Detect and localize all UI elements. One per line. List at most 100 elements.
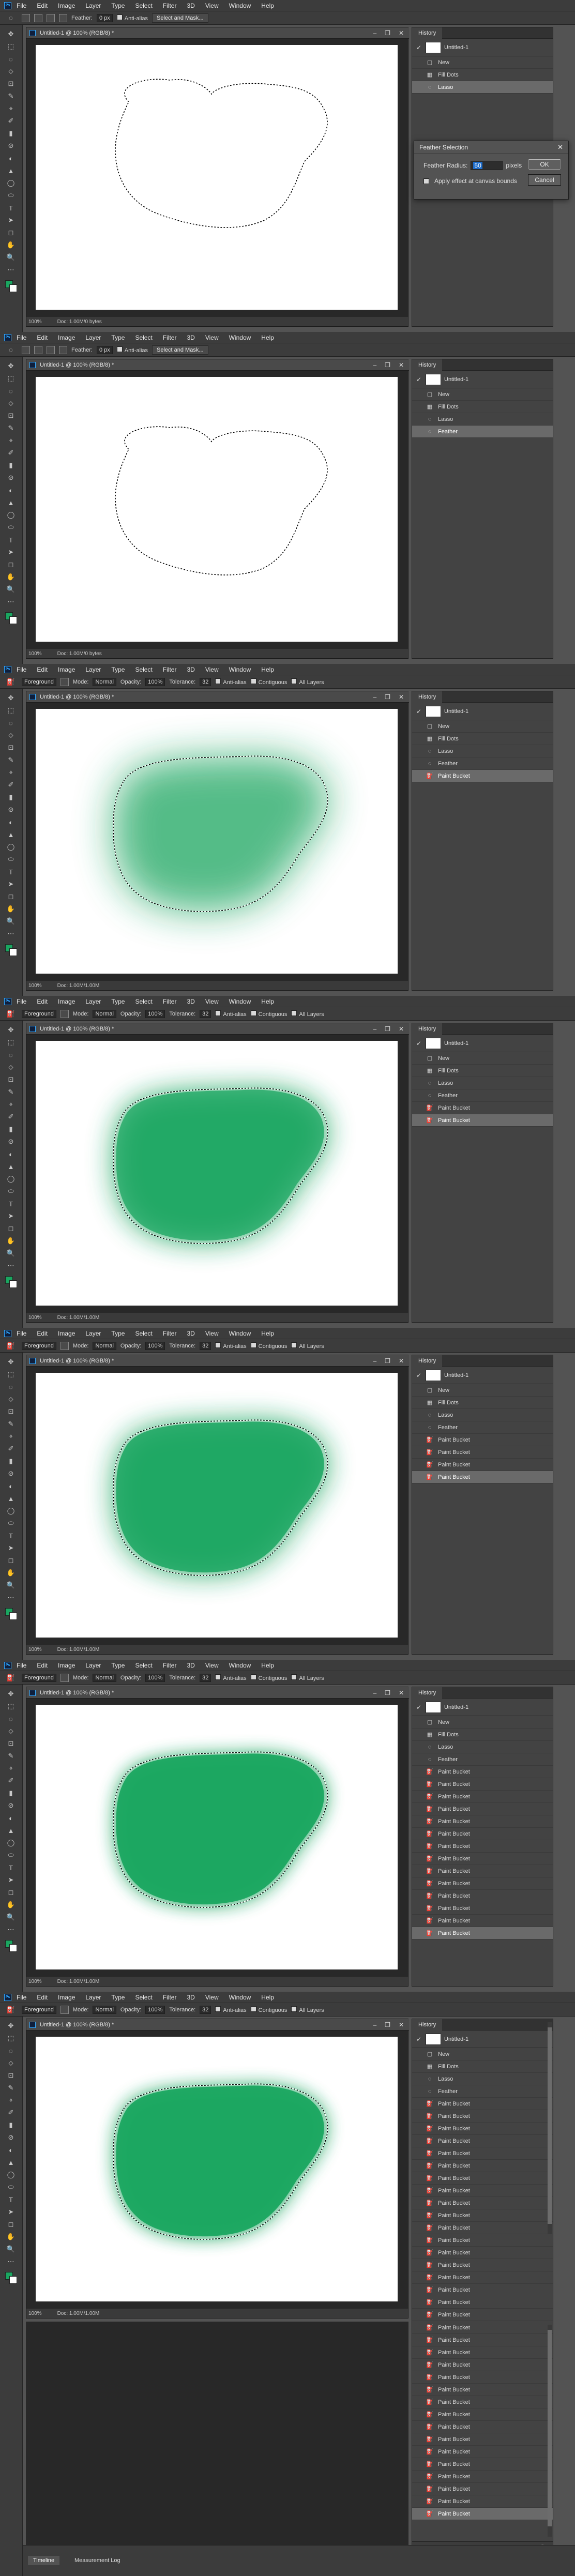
- history-item[interactable]: ◌ Lasso: [412, 413, 553, 426]
- canvas[interactable]: [36, 1705, 398, 1969]
- fill-source-select[interactable]: Foreground: [22, 1673, 56, 1682]
- dodge-tool-icon[interactable]: ⬭: [4, 190, 18, 201]
- history-item[interactable]: ⛽ Paint Bucket: [412, 1865, 553, 1877]
- document-tab[interactable]: Untitled-1 @ 100% (RGB/8) * – ❐ ✕: [26, 1355, 409, 1367]
- history-scrollbar[interactable]: [548, 2022, 552, 2234]
- healing-brush-icon[interactable]: ⌖: [4, 1431, 18, 1442]
- history-item[interactable]: ▦ Fill Dots: [412, 1065, 553, 1077]
- gradient-tool-icon[interactable]: ▲: [4, 2157, 18, 2168]
- bottom-tab-0[interactable]: Timeline: [28, 2556, 60, 2565]
- history-item[interactable]: ⛽ Paint Bucket: [412, 2123, 553, 2135]
- minimize-icon[interactable]: –: [373, 1025, 376, 1033]
- history-tab[interactable]: History: [412, 1687, 443, 1699]
- history-item[interactable]: ⛽ Paint Bucket: [412, 2508, 553, 2520]
- mode-select[interactable]: Normal: [93, 1341, 116, 1350]
- history-item[interactable]: ⛽ Paint Bucket: [412, 2222, 553, 2234]
- healing-brush-icon[interactable]: ⌖: [4, 1763, 18, 1774]
- history-brush-icon[interactable]: ⊘: [4, 805, 18, 815]
- document-tab[interactable]: Untitled-1 @ 100% (RGB/8) * – ❐ ✕: [26, 359, 409, 371]
- menu-type[interactable]: Type: [111, 666, 125, 673]
- history-item[interactable]: ▦ Fill Dots: [412, 69, 553, 81]
- all-layers-checkbox[interactable]: All Layers: [291, 678, 324, 686]
- history-source-brush-icon[interactable]: ✓: [416, 708, 422, 715]
- dodge-tool-icon[interactable]: ⬭: [4, 2182, 18, 2192]
- opacity-input[interactable]: 100%: [145, 1009, 165, 1018]
- history-snapshot[interactable]: ✓ Untitled-1: [412, 1035, 553, 1052]
- menu-type[interactable]: Type: [111, 2, 125, 9]
- restore-icon[interactable]: ❐: [385, 2021, 390, 2028]
- lasso-preset-icon[interactable]: ◌: [4, 13, 18, 23]
- history-item[interactable]: ⛽ Paint Bucket: [412, 770, 553, 782]
- menu-file[interactable]: File: [17, 1662, 26, 1669]
- canvas[interactable]: [36, 377, 398, 642]
- history-item[interactable]: ▢ New: [412, 1716, 553, 1729]
- feather-input[interactable]: 0 px: [96, 345, 113, 354]
- menu-type[interactable]: Type: [111, 1662, 125, 1669]
- menu-3d[interactable]: 3D: [187, 1662, 194, 1669]
- history-snapshot[interactable]: ✓ Untitled-1: [412, 2031, 553, 2048]
- tolerance-input[interactable]: 32: [200, 677, 211, 686]
- marquee-tool-icon[interactable]: ⬚: [4, 1037, 18, 1048]
- contiguous-checkbox[interactable]: Contiguous: [250, 678, 287, 686]
- restore-icon[interactable]: ❐: [385, 1025, 390, 1033]
- zoom-tool-icon[interactable]: 🔍: [4, 1580, 18, 1590]
- history-item[interactable]: ▢ New: [412, 1384, 553, 1397]
- history-tab[interactable]: History: [412, 27, 443, 39]
- hand-tool-icon[interactable]: ✋: [4, 1236, 18, 1246]
- history-item[interactable]: ▢ New: [412, 720, 553, 733]
- menu-filter[interactable]: Filter: [163, 666, 177, 673]
- move-tool-icon[interactable]: ✥: [4, 693, 18, 703]
- eraser-icon[interactable]: ◐: [4, 1813, 18, 1823]
- background-color-swatch[interactable]: [9, 1280, 17, 1288]
- history-item[interactable]: ◌ Lasso: [412, 1741, 553, 1753]
- brush-tool-icon[interactable]: ✐: [4, 2108, 18, 2118]
- more-tools-icon[interactable]: ⋯: [4, 265, 18, 275]
- marquee-tool-icon[interactable]: ⬚: [4, 705, 18, 716]
- history-brush-icon[interactable]: ⊘: [4, 473, 18, 483]
- crop-tool-icon[interactable]: ⊡: [4, 1738, 18, 1749]
- all-layers-check-icon[interactable]: [291, 678, 297, 684]
- contiguous-checkbox[interactable]: Contiguous: [250, 1674, 287, 1681]
- document-tab[interactable]: Untitled-1 @ 100% (RGB/8) * – ❐ ✕: [26, 1687, 409, 1699]
- zoom-level[interactable]: 100%: [28, 1647, 42, 1653]
- gradient-tool-icon[interactable]: ▲: [4, 1493, 18, 1504]
- menu-window[interactable]: Window: [229, 666, 251, 673]
- more-tools-icon[interactable]: ⋯: [4, 929, 18, 939]
- type-tool-icon[interactable]: T: [4, 203, 18, 213]
- bucket-preset-icon[interactable]: ⛽: [4, 1341, 18, 1351]
- canvas[interactable]: [36, 709, 398, 974]
- shape-tool-icon[interactable]: ◻: [4, 559, 18, 570]
- dodge-tool-icon[interactable]: ⬭: [4, 1850, 18, 1860]
- all-layers-checkbox[interactable]: All Layers: [291, 2006, 324, 2013]
- menu-type[interactable]: Type: [111, 1330, 125, 1337]
- menu-window[interactable]: Window: [229, 1994, 251, 2001]
- history-item[interactable]: ⛽ Paint Bucket: [412, 1902, 553, 1915]
- history-item[interactable]: ⛽ Paint Bucket: [412, 1877, 553, 1890]
- path-select-icon[interactable]: ➤: [4, 1211, 18, 1221]
- select-and-mask-button[interactable]: Select and Mask...: [152, 13, 208, 23]
- quick-select-icon[interactable]: ⬦: [4, 2058, 18, 2068]
- history-item[interactable]: ⛽ Paint Bucket: [412, 2172, 553, 2185]
- history-item[interactable]: ⛽ Paint Bucket: [412, 1853, 553, 1865]
- all-layers-checkbox[interactable]: All Layers: [291, 1342, 324, 1350]
- close-icon[interactable]: ✕: [399, 1689, 404, 1696]
- blur-tool-icon[interactable]: ◯: [4, 510, 18, 520]
- pattern-swatch[interactable]: [60, 1341, 69, 1350]
- zoom-level[interactable]: 100%: [28, 651, 42, 657]
- history-snapshot[interactable]: ✓ Untitled-1: [412, 371, 553, 388]
- zoom-tool-icon[interactable]: 🔍: [4, 1248, 18, 1259]
- menu-image[interactable]: Image: [58, 1662, 75, 1669]
- clone-stamp-icon[interactable]: ▮: [4, 1124, 18, 1134]
- menu-file[interactable]: File: [17, 666, 26, 673]
- brush-tool-icon[interactable]: ✐: [4, 116, 18, 126]
- document-tab[interactable]: Untitled-1 @ 100% (RGB/8) * – ❐ ✕: [26, 691, 409, 703]
- anti-alias-check-icon[interactable]: [215, 2006, 221, 2012]
- menu-3d[interactable]: 3D: [187, 334, 194, 341]
- menu-view[interactable]: View: [205, 334, 219, 341]
- eyedropper-icon[interactable]: ✎: [4, 91, 18, 101]
- shape-tool-icon[interactable]: ◻: [4, 1887, 18, 1898]
- anti-alias-checkbox[interactable]: Anti-alias: [215, 1342, 247, 1350]
- menu-select[interactable]: Select: [135, 666, 152, 673]
- opacity-input[interactable]: 100%: [145, 1673, 165, 1682]
- menu-edit[interactable]: Edit: [37, 1994, 48, 2001]
